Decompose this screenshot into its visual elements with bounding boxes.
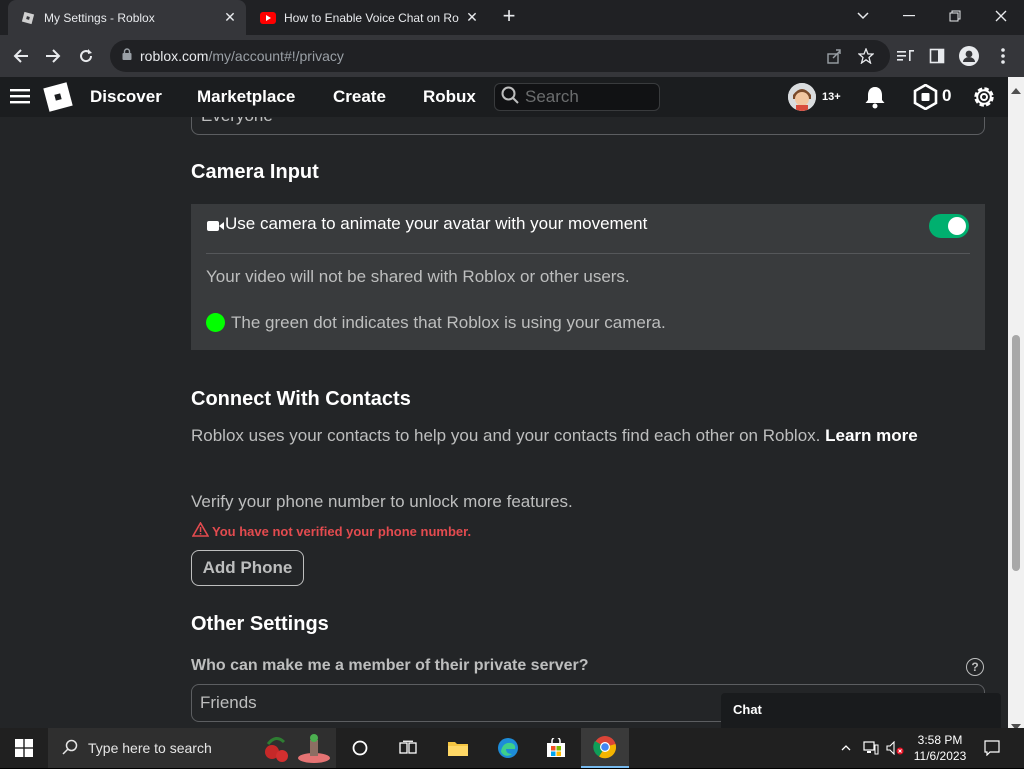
taskbar-clock[interactable]: 3:58 PM 11/6/2023 xyxy=(908,732,972,764)
lock-icon[interactable] xyxy=(122,47,132,65)
chat-widget[interactable]: Chat xyxy=(721,693,1001,728)
url-path: /my/account#!/privacy xyxy=(208,48,344,64)
dropdown-value: Everyone xyxy=(201,117,273,125)
browser-tab-bar: My Settings - Roblox ✕ How to Enable Voi… xyxy=(0,0,1024,35)
windows-start-icon[interactable] xyxy=(0,728,48,768)
green-dot-note: The green dot indicates that Roblox is u… xyxy=(231,313,666,332)
reading-list-icon[interactable] xyxy=(895,45,917,67)
help-question-icon[interactable]: ? xyxy=(966,658,984,676)
settings-gear-icon[interactable] xyxy=(971,84,997,115)
add-phone-button[interactable]: Add Phone xyxy=(191,550,304,586)
privacy-settings-page: Everyone Camera Input Use camera to anim… xyxy=(0,117,1008,728)
browser-menu-icon[interactable] xyxy=(992,45,1014,67)
tab-close-icon[interactable]: ✕ xyxy=(222,9,238,26)
minimize-icon[interactable] xyxy=(886,0,932,32)
panel-divider xyxy=(206,253,970,254)
hamburger-menu-icon[interactable] xyxy=(10,87,30,110)
file-explorer-icon[interactable] xyxy=(434,728,482,768)
forward-arrow-icon[interactable] xyxy=(40,43,66,69)
share-icon[interactable] xyxy=(823,45,845,67)
address-bar[interactable]: roblox.com/my/account#!/privacy xyxy=(110,40,890,72)
camera-animation-toggle[interactable] xyxy=(929,214,969,238)
tab-close-icon[interactable]: ✕ xyxy=(464,9,480,26)
age-badge: 13+ xyxy=(822,91,841,103)
clock-date: 11/6/2023 xyxy=(913,749,967,763)
url-text: roblox.com/my/account#!/privacy xyxy=(140,48,344,64)
url-host: roblox.com xyxy=(140,48,209,64)
roblox-favicon-icon xyxy=(20,10,36,26)
tab-my-settings[interactable]: My Settings - Roblox ✕ xyxy=(8,0,246,35)
warning-triangle-icon xyxy=(191,521,210,540)
cortana-circle-icon[interactable] xyxy=(336,728,384,768)
profile-avatar-icon[interactable] xyxy=(958,45,980,67)
dropdown-value: Friends xyxy=(200,693,257,712)
toggle-knob xyxy=(948,217,966,235)
microsoft-store-icon[interactable] xyxy=(532,728,580,768)
windows-taskbar: Type here to search 3:58 PM 11/6/2023 xyxy=(0,728,1024,768)
green-dot-indicator xyxy=(206,313,225,332)
private-server-question: Who can make me a member of their privat… xyxy=(191,657,589,674)
robux-count[interactable]: 0 xyxy=(942,86,951,106)
phone-warning: You have not verified your phone number. xyxy=(191,521,472,540)
contacts-description-text: Roblox uses your contacts to help you an… xyxy=(191,426,821,445)
roblox-logo-icon[interactable] xyxy=(43,82,73,117)
volume-muted-icon[interactable] xyxy=(884,728,906,768)
roblox-search-box xyxy=(494,83,660,111)
chat-label: Chat xyxy=(733,702,762,717)
network-icon[interactable] xyxy=(860,728,882,768)
browser-toolbar: roblox.com/my/account#!/privacy xyxy=(0,35,1024,77)
taskbar-search[interactable]: Type here to search xyxy=(48,728,336,768)
camera-privacy-note: Your video will not be shared with Roblo… xyxy=(206,267,630,286)
notifications-bell-icon[interactable] xyxy=(864,85,886,114)
close-window-icon[interactable] xyxy=(978,0,1024,32)
previous-setting-dropdown[interactable]: Everyone xyxy=(191,117,985,135)
restore-icon[interactable] xyxy=(932,0,978,32)
tab-title: How to Enable Voice Chat on Ro xyxy=(284,10,459,25)
edge-browser-icon[interactable] xyxy=(484,728,532,768)
task-view-icon[interactable] xyxy=(384,728,432,768)
search-input[interactable] xyxy=(525,87,645,107)
tab-title: My Settings - Roblox xyxy=(44,10,155,25)
verify-phone-text: Verify your phone number to unlock more … xyxy=(191,492,573,511)
nav-robux[interactable]: Robux xyxy=(423,77,476,117)
warning-text: You have not verified your phone number. xyxy=(212,523,472,539)
scroll-up-icon[interactable] xyxy=(1011,81,1021,99)
camera-toggle-label: Use camera to animate your avatar with y… xyxy=(225,214,648,233)
user-avatar[interactable] xyxy=(788,83,816,111)
nav-marketplace[interactable]: Marketplace xyxy=(197,77,295,117)
show-hidden-icons-chevron-icon[interactable] xyxy=(836,728,856,768)
video-camera-icon xyxy=(207,219,225,237)
back-arrow-icon[interactable] xyxy=(8,43,34,69)
contacts-description: Roblox uses your contacts to help you an… xyxy=(191,425,981,447)
search-icon[interactable] xyxy=(501,86,519,109)
camera-input-panel: Use camera to animate your avatar with y… xyxy=(191,204,985,350)
search-icon xyxy=(62,739,78,758)
reload-icon[interactable] xyxy=(73,43,99,69)
page-scrollbar[interactable] xyxy=(1008,77,1024,730)
clock-time: 3:58 PM xyxy=(917,733,963,747)
new-tab-button[interactable]: + xyxy=(498,5,520,28)
camera-input-heading: Camera Input xyxy=(191,161,319,183)
notification-center-icon[interactable] xyxy=(980,728,1004,768)
tab-search-chevron-icon[interactable] xyxy=(840,0,886,32)
side-panel-icon[interactable] xyxy=(926,45,948,67)
tab-voice-chat-video[interactable]: How to Enable Voice Chat on Ro ✕ xyxy=(250,0,488,35)
taskbar-search-placeholder: Type here to search xyxy=(88,740,212,756)
robux-icon[interactable] xyxy=(913,83,938,115)
other-settings-heading: Other Settings xyxy=(191,613,329,635)
learn-more-link[interactable]: Learn more xyxy=(825,426,918,445)
scrollbar-thumb[interactable] xyxy=(1012,335,1020,571)
search-highlight-image-icon xyxy=(258,730,334,769)
nav-discover[interactable]: Discover xyxy=(90,77,162,117)
bookmark-star-icon[interactable] xyxy=(855,45,877,67)
chrome-browser-icon[interactable] xyxy=(581,728,629,768)
nav-create[interactable]: Create xyxy=(333,77,386,117)
youtube-favicon-icon xyxy=(260,10,276,26)
connect-contacts-heading: Connect With Contacts xyxy=(191,388,411,410)
roblox-header: Discover Marketplace Create Robux 13+ 0 xyxy=(0,77,1008,117)
